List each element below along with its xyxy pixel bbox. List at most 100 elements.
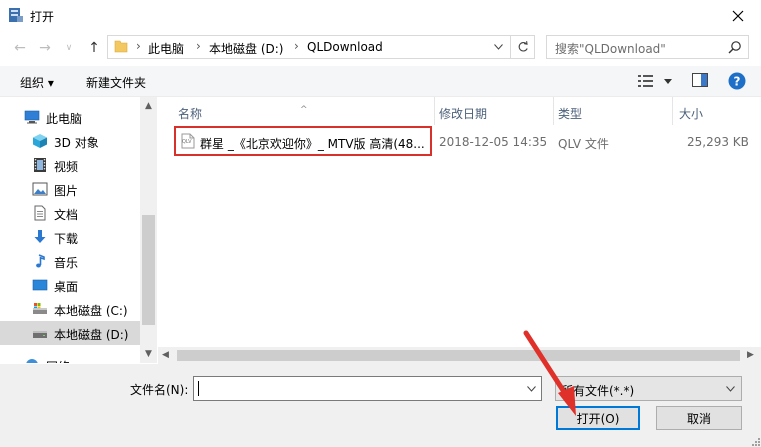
sidebar-item-videos[interactable]: 视频 (0, 153, 140, 177)
filename-history-dropdown[interactable] (523, 380, 539, 397)
music-icon (36, 254, 45, 268)
breadcrumb-separator-icon: › (196, 39, 201, 53)
sidebar-item-label: 文档 (54, 208, 79, 222)
picture-icon (32, 182, 48, 196)
breadcrumb-qldownload[interactable]: QLDownload (307, 40, 383, 54)
preview-pane-button[interactable] (692, 73, 708, 89)
resize-grip-icon[interactable] (751, 437, 761, 447)
arrow-up-icon: ↑ (88, 40, 100, 56)
new-folder-button[interactable]: 新建文件夹 (86, 74, 146, 91)
file-type-value: 所有文件(*.*) (561, 384, 635, 398)
refresh-icon (518, 41, 528, 52)
close-icon (732, 10, 744, 21)
sidebar-item-this-pc[interactable]: 此电脑 (0, 105, 140, 129)
dialog-footer: 文件名(N): 所有文件(*.*) 打开(O) 取消 (0, 364, 761, 447)
sidebar-item-desktop[interactable]: 桌面 (0, 273, 140, 297)
scroll-up-icon[interactable]: ▲ (143, 101, 154, 112)
sidebar-item-downloads[interactable]: 下载 (0, 225, 140, 249)
sidebar-item-network[interactable]: 网络 (0, 353, 140, 363)
chevron-down-icon (725, 385, 735, 392)
annotation-highlight-box (174, 126, 432, 156)
window-title: 打开 (30, 10, 55, 24)
sidebar-item-label: 本地磁盘 (D:) (54, 328, 129, 342)
title-bar: 打开 (0, 0, 761, 31)
svg-text:?: ? (734, 75, 741, 89)
scroll-down-icon[interactable]: ▼ (143, 349, 154, 360)
filename-input[interactable] (193, 376, 542, 401)
cancel-button-label: 取消 (686, 411, 711, 426)
help-button[interactable]: ? (728, 72, 746, 90)
network-icon (26, 359, 38, 363)
text-caret (198, 381, 199, 396)
open-button[interactable]: 打开(O) (556, 406, 640, 430)
video-icon (34, 158, 46, 172)
cancel-button[interactable]: 取消 (656, 406, 742, 430)
sidebar-scroll-thumb[interactable] (142, 215, 155, 325)
breadcrumb-this-pc[interactable]: 此电脑 (148, 40, 184, 57)
chevron-down-icon (526, 385, 536, 392)
back-button[interactable]: ← (11, 39, 29, 57)
recent-locations-button[interactable]: ∨ (60, 39, 78, 57)
sidebar-item-drive-d[interactable]: 本地磁盘 (D:) (0, 321, 140, 345)
sidebar-item-documents[interactable]: 文档 (0, 201, 140, 225)
column-header-name[interactable]: 名称 ^ (158, 97, 434, 125)
desktop-icon (32, 279, 48, 291)
sidebar-item-pictures[interactable]: 图片 (0, 177, 140, 201)
scroll-left-icon[interactable]: ◀ (162, 350, 169, 360)
sort-ascending-icon: ^ (300, 105, 308, 115)
refresh-button[interactable] (510, 36, 534, 58)
column-header-size[interactable]: 大小 (673, 97, 749, 125)
address-bar[interactable]: › 此电脑 › 本地磁盘 (D:) › QLDownload (107, 35, 535, 59)
sidebar-scrollbar[interactable]: ▲ ▼ (140, 97, 157, 363)
app-icon (9, 8, 23, 22)
forward-button[interactable]: → (36, 39, 54, 57)
file-list-horizontal-scrollbar[interactable]: ◀ ▶ (158, 347, 761, 364)
command-toolbar: 组织 ▾ 新建文件夹 ? (0, 66, 761, 97)
close-button[interactable] (715, 0, 761, 31)
help-icon: ? (728, 72, 746, 90)
preview-pane-icon (692, 73, 708, 87)
up-button[interactable]: ↑ (85, 39, 103, 57)
column-header-label: 类型 (558, 107, 583, 121)
view-options-button[interactable] (638, 73, 674, 89)
breadcrumb-drive-d[interactable]: 本地磁盘 (D:) (209, 40, 283, 57)
sidebar-item-label: 视频 (54, 160, 79, 174)
sidebar-item-label: 桌面 (54, 280, 79, 294)
chevron-down-icon (664, 79, 672, 84)
folder-icon (114, 40, 128, 53)
sidebar-item-label: 网络 (46, 358, 70, 363)
arrow-right-icon: → (39, 40, 51, 56)
scroll-right-icon[interactable]: ▶ (747, 350, 754, 360)
chevron-down-icon (493, 44, 503, 50)
sidebar-item-music[interactable]: 音乐 (0, 249, 140, 273)
file-type-select[interactable]: 所有文件(*.*) (555, 376, 742, 401)
column-header-type[interactable]: 类型 (554, 97, 672, 125)
column-header-label: 修改日期 (439, 107, 488, 121)
sidebar-item-3d-objects[interactable]: 3D 对象 (0, 129, 140, 153)
sidebar-item-label: 下载 (54, 232, 79, 246)
search-icon[interactable] (728, 40, 742, 54)
address-history-dropdown[interactable] (490, 36, 506, 58)
sidebar-item-drive-c[interactable]: 本地磁盘 (C:) (0, 297, 140, 321)
column-header-date[interactable]: 修改日期 (435, 97, 553, 125)
navigation-pane: 此电脑 3D 对象 视频 图片 文档 下载 音乐 桌面 本地磁盘 (C:) 本地… (0, 97, 158, 363)
horizontal-scroll-thumb[interactable] (177, 350, 740, 361)
download-icon (34, 230, 46, 243)
open-button-label: 打开(O) (576, 411, 620, 426)
filename-label: 文件名(N): (130, 383, 189, 397)
drive-icon (33, 331, 47, 338)
file-date: 2018-12-05 14:35 (439, 135, 548, 149)
column-header-label: 名称 (178, 107, 203, 121)
search-input[interactable]: 搜索"QLDownload" (546, 35, 749, 59)
search-placeholder: 搜索"QLDownload" (555, 42, 666, 56)
breadcrumb-separator-icon: › (294, 39, 299, 53)
sidebar-item-label: 图片 (54, 184, 79, 198)
file-size: 25,293 KB (687, 135, 749, 149)
arrow-left-icon: ← (14, 40, 26, 56)
cube-3d-icon (33, 134, 47, 148)
document-icon (34, 205, 46, 221)
chevron-down-icon: ∨ (65, 43, 73, 53)
organize-menu-button[interactable]: 组织 ▾ (20, 74, 54, 91)
file-type-dropdown[interactable] (723, 381, 737, 396)
sidebar-item-label: 3D 对象 (54, 136, 99, 150)
